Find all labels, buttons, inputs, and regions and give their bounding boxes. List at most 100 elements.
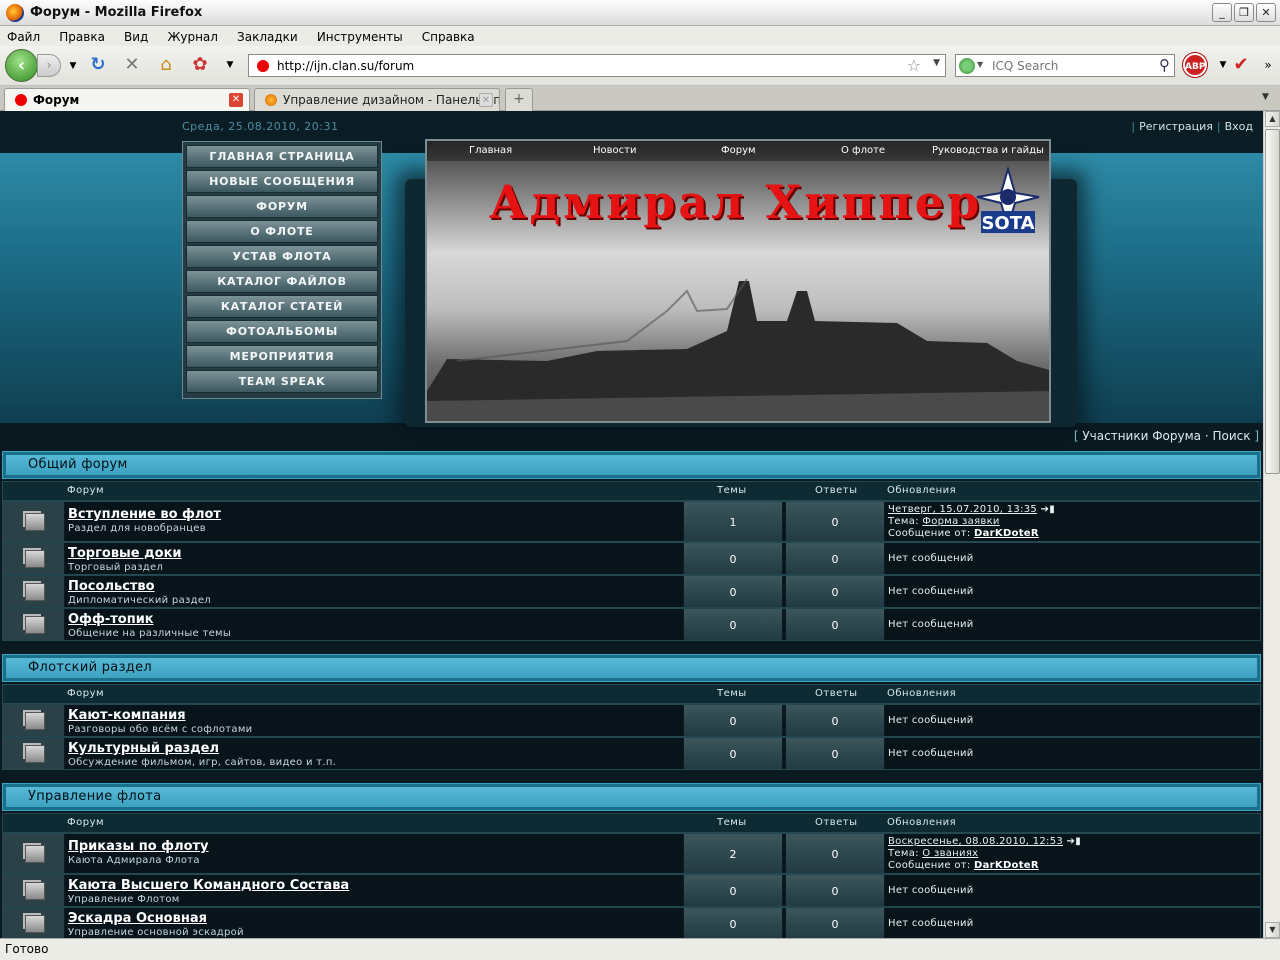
scroll-down-arrow-icon[interactable]: ▼: [1265, 922, 1280, 938]
menu-photo-albums[interactable]: ФОТОАЛЬБОМЫ: [186, 320, 378, 343]
menu-files[interactable]: КАТАЛОГ ФАЙЛОВ: [186, 270, 378, 293]
category-fleet-management: Управление флота Форум Темы Ответы Обнов…: [0, 783, 1263, 938]
menu-forum[interactable]: ФОРУМ: [186, 195, 378, 218]
forum-folder-icon: [3, 502, 65, 541]
forum-link[interactable]: Торговые доки: [68, 546, 182, 561]
members-link[interactable]: Участники Форума: [1082, 429, 1201, 443]
url-input[interactable]: [277, 57, 877, 74]
last-topic-link[interactable]: Форма заявки: [922, 516, 999, 527]
category-header[interactable]: Флотский раздел: [2, 654, 1261, 682]
maximize-button[interactable]: ❐: [1234, 3, 1254, 22]
search-icon[interactable]: ⚲: [1159, 56, 1170, 74]
banner-title: Адмирал Хиппер: [489, 175, 983, 229]
menu-tools[interactable]: Инструменты: [310, 28, 410, 44]
last-author-link[interactable]: DarKDoteR: [974, 528, 1039, 539]
tab-design-panel[interactable]: Управление дизайном - Панель упра... ✕: [254, 88, 500, 111]
bookmark-star-icon[interactable]: ☆: [907, 56, 921, 75]
menu-home[interactable]: ГЛАВНАЯ СТРАНИЦА: [186, 145, 378, 168]
reload-icon[interactable]: ↻: [87, 54, 109, 76]
banner-nav-news[interactable]: Новости: [593, 145, 636, 156]
last-topic-link[interactable]: О званиях: [922, 848, 978, 859]
forum-link[interactable]: Приказы по флоту: [68, 839, 209, 854]
forum-link[interactable]: Эскадра Основная: [68, 911, 207, 926]
last-author-link[interactable]: DarKDoteR: [974, 860, 1039, 871]
tab-bar: Форум ✕ Управление дизайном - Панель упр…: [0, 86, 1280, 111]
auth-links: | Регистрация | Вход: [1131, 120, 1253, 133]
forum-link[interactable]: Кают-компания: [68, 708, 186, 723]
search-input[interactable]: [992, 58, 1152, 74]
banner-nav-about[interactable]: О флоте: [841, 145, 885, 156]
scroll-up-arrow-icon[interactable]: ▲: [1265, 111, 1280, 127]
banner-nav-guides[interactable]: Руководства и гайды: [932, 145, 1044, 156]
web-page: Среда, 25.08.2010, 20:31 | Регистрация | Вх…: [0, 111, 1263, 938]
stop-icon[interactable]: ✕: [121, 54, 143, 76]
menu-new-posts[interactable]: НОВЫЕ СООБЩЕНИЯ: [186, 170, 378, 193]
menu-file[interactable]: Файл: [0, 28, 47, 44]
icq-engine-icon[interactable]: [959, 58, 975, 74]
search-bar[interactable]: ▼ ⚲: [955, 54, 1175, 77]
tab-favicon-icon: [15, 94, 27, 106]
forum-folder-icon: [3, 908, 65, 938]
forum-link[interactable]: Офф-топик: [68, 612, 154, 627]
goto-last-post-icon[interactable]: ➔▮: [1041, 504, 1055, 515]
toolbar-dropdown-icon[interactable]: ▼: [219, 54, 241, 76]
toolbar-overflow-icon[interactable]: »: [1257, 54, 1279, 76]
status-bar: Готово: [0, 938, 1280, 960]
menu-bookmarks[interactable]: Закладки: [230, 28, 305, 44]
status-text: Готово: [5, 942, 49, 956]
last-post-date-link[interactable]: Четверг, 15.07.2010, 13:35: [888, 504, 1037, 515]
menu-fleet-charter[interactable]: УСТАВ ФЛОТА: [186, 245, 378, 268]
vertical-scrollbar[interactable]: ▲ ▼: [1263, 111, 1280, 938]
tab-list-icon[interactable]: ▼: [1262, 92, 1269, 102]
forum-row: Эскадра Основная Управление основной эск…: [2, 907, 1261, 938]
forum-row: Вступление во флот Раздел для новобранце…: [2, 501, 1261, 542]
back-button[interactable]: ‹: [5, 49, 38, 82]
menu-articles[interactable]: КАТАЛОГ СТАТЕЙ: [186, 295, 378, 318]
menu-history[interactable]: Журнал: [160, 28, 225, 44]
forum-link[interactable]: Посольство: [68, 579, 155, 594]
close-window-button[interactable]: ✕: [1256, 3, 1276, 22]
history-dropdown-icon[interactable]: ▼: [62, 55, 84, 77]
forum-row: Приказы по флоту Каюта Адмирала Флота 2 …: [2, 833, 1261, 874]
close-tab-icon[interactable]: ✕: [479, 93, 493, 107]
banner-nav-forum[interactable]: Форум: [721, 145, 756, 156]
sota-logo-icon: SOTA: [976, 167, 1040, 234]
extension-icon[interactable]: ✔: [1230, 54, 1252, 76]
category-header[interactable]: Общий форум: [2, 451, 1261, 479]
url-dropdown-icon[interactable]: ▼: [933, 58, 940, 68]
search-link[interactable]: Поиск: [1212, 429, 1250, 443]
table-header: Форум Темы Ответы Обновления: [2, 684, 1261, 704]
menu-help[interactable]: Справка: [415, 28, 482, 44]
addon-icon[interactable]: ✿: [189, 54, 211, 76]
scroll-thumb[interactable]: [1265, 129, 1280, 474]
forum-folder-icon: [3, 543, 65, 574]
forum-link[interactable]: Вступление во флот: [68, 507, 221, 522]
menu-view[interactable]: Вид: [117, 28, 155, 44]
menu-edit[interactable]: Правка: [52, 28, 112, 44]
forum-link[interactable]: Культурный раздел: [68, 741, 219, 756]
forum-row: Посольство Дипломатический раздел 0 0 Не…: [2, 575, 1261, 608]
close-tab-icon[interactable]: ✕: [229, 93, 243, 107]
login-link[interactable]: Вход: [1225, 120, 1253, 133]
register-link[interactable]: Регистрация: [1139, 120, 1213, 133]
home-icon[interactable]: ⌂: [155, 54, 177, 76]
forum-row: Торговые доки Торговый раздел 0 0 Нет со…: [2, 542, 1261, 575]
category-header[interactable]: Управление флота: [2, 783, 1261, 811]
tab-forum[interactable]: Форум ✕: [4, 88, 250, 111]
window-title: Форум - Mozilla Firefox: [30, 5, 203, 20]
forum-link[interactable]: Каюта Высшего Командного Состава: [68, 878, 349, 893]
menu-team-speak[interactable]: TEAM SPEAK: [186, 370, 378, 393]
address-bar[interactable]: ☆ ▼: [248, 54, 946, 77]
goto-last-post-icon[interactable]: ➔▮: [1067, 836, 1081, 847]
new-tab-button[interactable]: +: [505, 88, 533, 111]
banner-nav-home[interactable]: Главная: [469, 145, 512, 156]
engine-dropdown-icon[interactable]: ▼: [977, 60, 983, 69]
menu-events[interactable]: МЕРОПРИЯТИЯ: [186, 345, 378, 368]
last-post-date-link[interactable]: Воскресенье, 08.08.2010, 12:53: [888, 836, 1063, 847]
forward-button[interactable]: ›: [37, 54, 61, 77]
menu-about-fleet[interactable]: О ФЛОТЕ: [186, 220, 378, 243]
tab-favicon-icon: [265, 94, 277, 106]
adblock-plus-icon[interactable]: ABP: [1183, 53, 1207, 77]
battleship-image: [427, 278, 1049, 421]
minimize-button[interactable]: _: [1212, 3, 1232, 22]
